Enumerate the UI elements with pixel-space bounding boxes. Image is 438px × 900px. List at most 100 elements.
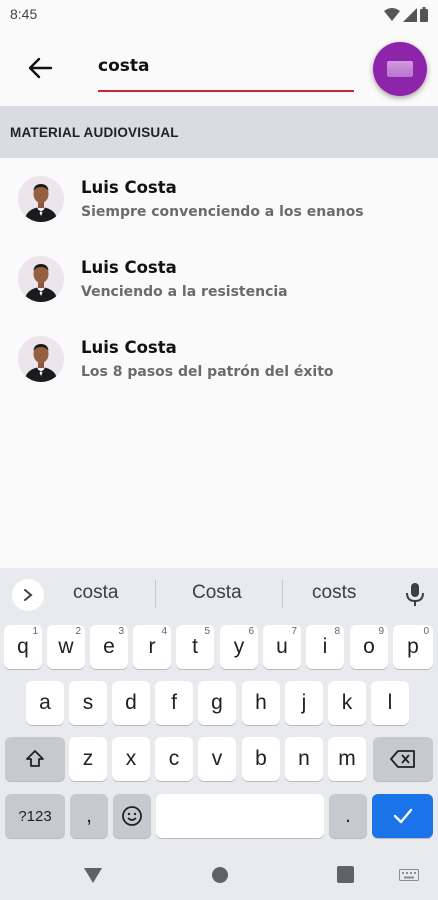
comma-key[interactable]: ,	[70, 794, 108, 838]
checkmark-icon	[393, 808, 412, 824]
key-label: q	[17, 635, 29, 658]
key-hint: 6	[248, 626, 254, 637]
expand-toolbar-button[interactable]	[12, 579, 44, 611]
backspace-key[interactable]	[373, 737, 433, 781]
key-hint: 5	[204, 626, 210, 637]
key-d[interactable]: d	[112, 681, 150, 725]
result-item[interactable]: Luis Costa Los 8 pasos del patrón del éx…	[0, 318, 438, 398]
search-input[interactable]	[98, 50, 354, 92]
battery-icon	[420, 7, 428, 22]
key-v[interactable]: v	[198, 737, 236, 781]
key-label: t	[192, 635, 198, 658]
keyboard: costa Costa costs q1 w2 e3 r4 t5 y6 u7 i…	[0, 568, 438, 850]
suggestion-3[interactable]: costs	[312, 582, 356, 604]
key-z[interactable]: z	[69, 737, 107, 781]
suggestion-1[interactable]: costa	[73, 582, 118, 604]
key-q[interactable]: q1	[4, 625, 42, 669]
key-f[interactable]: f	[155, 681, 193, 725]
key-c[interactable]: c	[155, 737, 193, 781]
avatar	[18, 176, 64, 222]
key-label: m	[338, 747, 356, 770]
key-label: z	[82, 747, 94, 770]
key-label: s	[82, 691, 94, 714]
key-label: c	[168, 747, 180, 770]
key-a[interactable]: a	[26, 681, 64, 725]
key-label: ,	[86, 804, 92, 827]
result-name: Luis Costa	[81, 178, 177, 197]
key-label: k	[341, 691, 353, 714]
key-l[interactable]: l	[371, 681, 409, 725]
key-x[interactable]: x	[112, 737, 150, 781]
key-label: a	[39, 691, 51, 714]
search-bar	[0, 30, 438, 106]
backspace-icon	[390, 750, 415, 768]
result-item[interactable]: Luis Costa Siempre convenciendo a los en…	[0, 158, 438, 238]
key-hint: 8	[334, 626, 340, 637]
key-y[interactable]: y6	[220, 625, 258, 669]
voice-input-button[interactable]	[402, 580, 428, 610]
emoji-icon	[122, 806, 142, 826]
key-j[interactable]: j	[285, 681, 323, 725]
suggestion-divider	[155, 580, 156, 608]
key-label: j	[301, 691, 307, 714]
key-hint: 9	[378, 626, 384, 637]
key-p[interactable]: p0	[393, 625, 433, 669]
key-label: f	[171, 691, 177, 714]
key-u[interactable]: u7	[263, 625, 301, 669]
done-key[interactable]	[372, 794, 433, 838]
key-label: d	[125, 691, 137, 714]
keyboard-switch-icon[interactable]	[399, 869, 419, 881]
key-label: b	[255, 747, 267, 770]
result-subtitle: Siempre convenciendo a los enanos	[81, 204, 364, 220]
microphone-icon	[406, 583, 424, 606]
key-m[interactable]: m	[328, 737, 366, 781]
result-name: Luis Costa	[81, 258, 177, 277]
back-button[interactable]	[18, 48, 62, 88]
key-label: u	[276, 635, 288, 658]
space-key[interactable]	[156, 794, 324, 838]
chevron-right-icon	[24, 589, 33, 601]
nav-home-icon[interactable]	[211, 866, 229, 884]
symbols-key[interactable]: ?123	[5, 794, 65, 838]
key-k[interactable]: k	[328, 681, 366, 725]
emoji-key[interactable]	[113, 794, 151, 838]
status-time: 8:45	[10, 6, 38, 22]
key-i[interactable]: i8	[306, 625, 344, 669]
key-label: w	[58, 635, 74, 658]
shift-key[interactable]	[5, 737, 65, 781]
key-hint: 4	[161, 626, 167, 637]
key-n[interactable]: n	[285, 737, 323, 781]
key-g[interactable]: g	[198, 681, 236, 725]
key-t[interactable]: t5	[176, 625, 214, 669]
suggestion-divider	[282, 580, 283, 608]
key-label: p	[407, 635, 419, 658]
key-r[interactable]: r4	[133, 625, 171, 669]
key-label: h	[255, 691, 267, 714]
key-label: i	[322, 635, 328, 658]
result-item[interactable]: Luis Costa Venciendo a la resistencia	[0, 238, 438, 318]
shift-icon	[26, 750, 44, 767]
key-s[interactable]: s	[69, 681, 107, 725]
key-o[interactable]: o9	[350, 625, 388, 669]
result-subtitle: Venciendo a la resistencia	[81, 284, 288, 300]
key-hint: 7	[291, 626, 297, 637]
key-e[interactable]: e3	[90, 625, 128, 669]
profile-button[interactable]	[373, 42, 427, 96]
key-b[interactable]: b	[242, 737, 280, 781]
key-hint: 0	[423, 626, 429, 637]
nav-recents-icon[interactable]	[337, 866, 354, 883]
suggestion-2[interactable]: Costa	[192, 582, 242, 604]
key-label: .	[345, 804, 351, 827]
signal-icon	[403, 7, 417, 22]
key-hint: 1	[32, 626, 38, 637]
avatar	[18, 336, 64, 382]
status-icons	[384, 7, 428, 22]
key-h[interactable]: h	[242, 681, 280, 725]
nav-back-icon[interactable]	[83, 866, 103, 884]
key-label: e	[103, 635, 115, 658]
period-key[interactable]: .	[329, 794, 367, 838]
key-w[interactable]: w2	[47, 625, 85, 669]
system-nav-bar	[0, 850, 438, 900]
key-label: v	[211, 747, 223, 770]
results-list: Luis Costa Siempre convenciendo a los en…	[0, 158, 438, 398]
